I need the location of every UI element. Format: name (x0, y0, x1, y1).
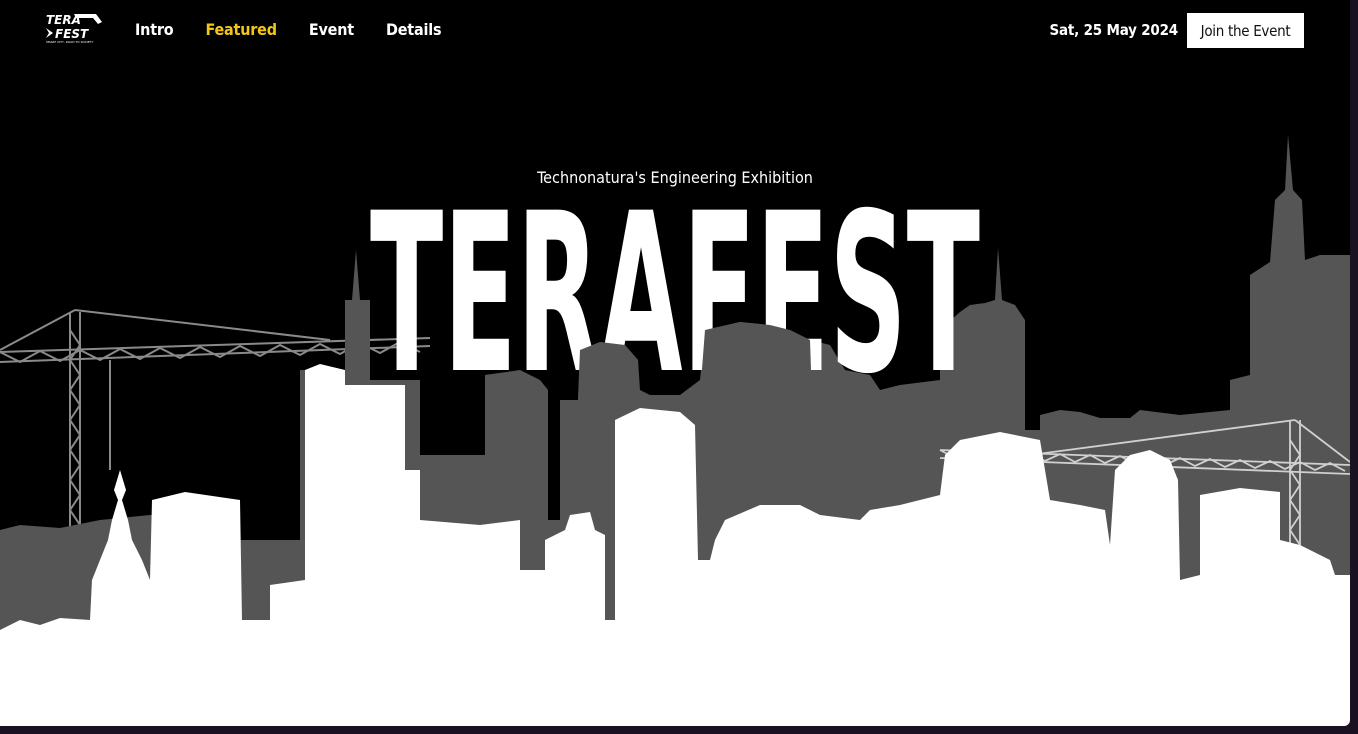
nav-link-intro[interactable]: Intro (135, 20, 174, 39)
page: TERAFEST Technonatura's Engineering Exhi… (0, 0, 1350, 726)
event-date: Sat, 25 May 2024 (1049, 21, 1179, 39)
logo-arrow-icon (46, 28, 53, 38)
terafest-logo[interactable]: TERA FEST SMART CITY, ROAD TO SOCIETY (44, 12, 104, 44)
nav-link-featured[interactable]: Featured (205, 20, 277, 39)
hero-title: TERAFEST (370, 166, 980, 422)
hero-subtitle: Technonatura's Engineering Exhibition (537, 168, 813, 187)
nav-link-details[interactable]: Details (386, 20, 442, 39)
top-nav: TERA FEST SMART CITY, ROAD TO SOCIETY In… (0, 0, 1350, 62)
join-event-button[interactable]: Join the Event (1187, 13, 1304, 48)
logo-tagline: SMART CITY, ROAD TO SOCIETY (46, 40, 94, 44)
nav-link-event[interactable]: Event (309, 20, 354, 39)
nav-links: Intro Featured Event Details (135, 20, 442, 39)
logo-bottom-text: FEST (55, 27, 89, 41)
hero-skyline: TERAFEST (0, 135, 1350, 726)
